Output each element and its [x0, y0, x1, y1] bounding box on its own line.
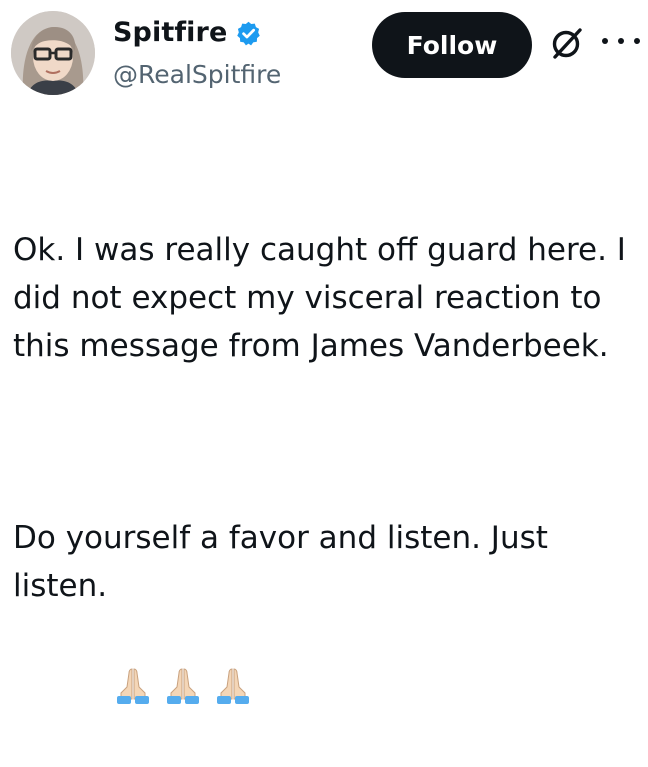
tweet-paragraph-1: Ok. I was really caught off guard here. …	[13, 232, 636, 364]
verified-badge-icon	[235, 20, 262, 47]
folded-hands-icon	[113, 569, 153, 704]
avatar-image	[11, 11, 95, 95]
folded-hands-icon	[163, 569, 203, 704]
tweet-paragraph-2: Do yourself a favor and listen. Just lis…	[13, 514, 641, 704]
tweet-header: Spitfire @RealSpitfire Follow	[0, 0, 648, 110]
follow-button[interactable]: Follow	[372, 12, 532, 78]
more-icon[interactable]	[602, 34, 640, 48]
folded-hands-icon	[213, 569, 253, 704]
tweet-text: Ok. I was really caught off guard here. …	[13, 130, 641, 704]
more-dot	[634, 38, 640, 44]
tweet-paragraph-2-text: Do yourself a favor and listen. Just lis…	[13, 520, 558, 604]
more-dot	[602, 38, 608, 44]
name-row: Spitfire	[113, 17, 262, 49]
handle[interactable]: @RealSpitfire	[113, 59, 281, 91]
avatar[interactable]	[11, 11, 95, 95]
emoji-row	[113, 569, 263, 704]
grok-icon[interactable]	[548, 24, 586, 62]
more-dot	[618, 38, 624, 44]
display-name[interactable]: Spitfire	[113, 17, 227, 49]
